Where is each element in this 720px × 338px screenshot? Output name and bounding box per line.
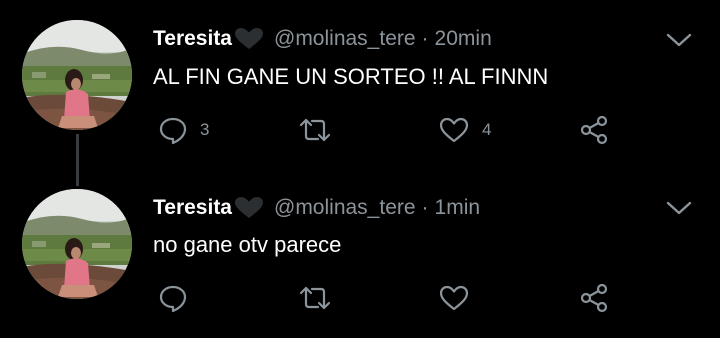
tweet-text: no gane otv parece: [153, 232, 342, 257]
tweet[interactable]: Teresita @molinas_tere · 1min no gane ot…: [0, 176, 720, 338]
retweet-icon: [298, 283, 332, 313]
share-button[interactable]: [578, 280, 610, 316]
user-handle[interactable]: @molinas_tere: [274, 27, 416, 51]
reply-icon: [158, 283, 188, 313]
retweet-button[interactable]: [298, 112, 344, 148]
tweet-header: Teresita @molinas_tere · 1min: [153, 196, 480, 220]
like-count: 4: [482, 120, 492, 139]
separator-dot: ·: [421, 27, 429, 50]
retweet-button[interactable]: [298, 280, 344, 316]
black-heart-icon: [234, 27, 264, 51]
heart-outline-icon: [438, 283, 470, 313]
chevron-down-icon[interactable]: [664, 30, 694, 50]
tweet-text: AL FIN GANE UN SORTEO !! AL FINNN: [153, 64, 549, 89]
reply-button[interactable]: [158, 280, 200, 316]
black-heart-icon: [234, 196, 264, 220]
share-icon: [578, 115, 610, 145]
user-handle[interactable]: @molinas_tere: [274, 196, 416, 220]
tweet-actions: [150, 280, 630, 316]
separator-dot: ·: [421, 196, 429, 219]
like-button[interactable]: [438, 280, 482, 316]
display-name[interactable]: Teresita: [153, 196, 232, 220]
timestamp[interactable]: 20min: [435, 27, 492, 51]
tweet-header: Teresita @molinas_tere · 20min: [153, 27, 492, 51]
reply-button[interactable]: 3: [158, 112, 209, 148]
timestamp[interactable]: 1min: [435, 196, 481, 220]
display-name[interactable]: Teresita: [153, 27, 232, 51]
tweet-actions: 3 4: [150, 112, 630, 148]
heart-outline-icon: [438, 115, 470, 145]
tweet[interactable]: Teresita @molinas_tere · 20min AL FIN GA…: [0, 0, 720, 186]
retweet-icon: [298, 115, 332, 145]
like-button[interactable]: 4: [438, 112, 491, 148]
reply-count: 3: [200, 120, 210, 139]
share-icon: [578, 283, 610, 313]
reply-icon: [158, 115, 188, 145]
avatar[interactable]: [22, 189, 132, 299]
chevron-down-icon[interactable]: [664, 198, 694, 218]
share-button[interactable]: [578, 112, 610, 148]
avatar[interactable]: [22, 20, 132, 130]
